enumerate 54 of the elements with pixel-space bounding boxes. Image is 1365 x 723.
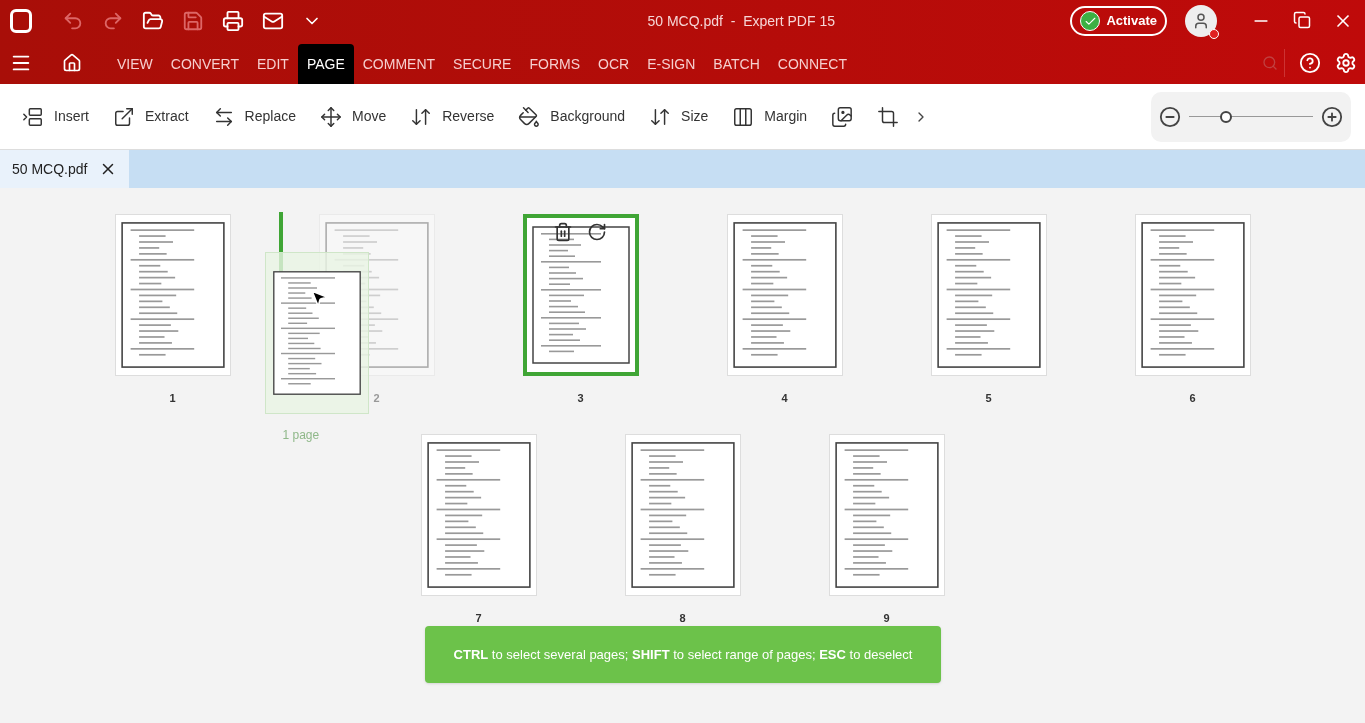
zoom-out-icon[interactable] [1159, 105, 1181, 128]
page-number: 2 [373, 391, 380, 406]
mail-icon[interactable] [262, 10, 284, 32]
open-folder-icon[interactable] [142, 10, 164, 32]
help-icon[interactable] [1299, 52, 1321, 74]
menu-tab[interactable]: PAGE [297, 44, 354, 84]
page-number: 1 [169, 391, 176, 406]
restore-icon[interactable] [1293, 11, 1311, 29]
page-number: 9 [883, 611, 890, 626]
settings-icon[interactable] [1335, 52, 1357, 74]
check-icon [1080, 11, 1101, 31]
menu-tab[interactable]: SECURE [444, 44, 521, 84]
page-number: 6 [1189, 391, 1196, 406]
drag-count-label: 1 page [282, 427, 320, 444]
menu-tab[interactable]: VIEW [108, 44, 162, 84]
toolbar-button[interactable]: Background [518, 105, 626, 128]
print-icon[interactable] [222, 10, 244, 32]
delete-icon[interactable] [552, 222, 573, 242]
menu-tab[interactable]: FORMS [520, 44, 589, 84]
extract-icon [113, 105, 135, 128]
toolbar-button[interactable]: Move [319, 105, 387, 128]
page-number: 7 [475, 611, 482, 626]
rotate-icon[interactable] [586, 222, 607, 242]
menu-tab[interactable]: EDIT [248, 44, 298, 84]
menu-tab[interactable]: CONVERT [161, 44, 248, 84]
activate-button[interactable]: Activate [1070, 6, 1167, 36]
app-logo-icon [10, 9, 32, 33]
toolbar-button[interactable]: Margin [732, 105, 808, 128]
menu-tab[interactable]: COMMENT [353, 44, 445, 84]
move-icon [319, 105, 342, 128]
zoom-in-icon[interactable] [1321, 105, 1343, 128]
window-title: 50 MCQ.pdf - Expert PDF 15 [647, 11, 835, 31]
zoom-slider[interactable] [1189, 110, 1313, 123]
toolbar-button[interactable]: Replace [212, 105, 296, 128]
menu-tab[interactable]: OCR [589, 44, 639, 84]
page-number: 8 [679, 611, 686, 626]
toolbar-button[interactable]: Reverse [410, 105, 495, 128]
toolbar-button[interactable]: Extract [113, 105, 189, 128]
page-number: 5 [985, 391, 992, 406]
insert-icon [22, 105, 44, 128]
paint-bucket-icon [518, 105, 541, 128]
toolbar-button[interactable]: Size [649, 105, 709, 128]
home-icon[interactable] [62, 53, 82, 73]
hint-banner: CTRL to select several pages; SHIFT to select range of pages; ESC to deselect [425, 626, 941, 683]
toolbar-button[interactable]: Insert [22, 105, 89, 128]
search-icon [1262, 55, 1278, 71]
page-number: 4 [781, 391, 788, 406]
page-number: 3 [577, 391, 584, 406]
margin-icon [732, 105, 755, 128]
menu-tab[interactable]: E-SIGN [638, 44, 705, 84]
user-avatar-icon[interactable] [1185, 5, 1217, 37]
menu-tab[interactable]: BATCH [704, 44, 769, 84]
document-tab[interactable]: 50 MCQ.pdf [0, 150, 130, 188]
menu-tab[interactable]: CONNECT [768, 44, 856, 84]
